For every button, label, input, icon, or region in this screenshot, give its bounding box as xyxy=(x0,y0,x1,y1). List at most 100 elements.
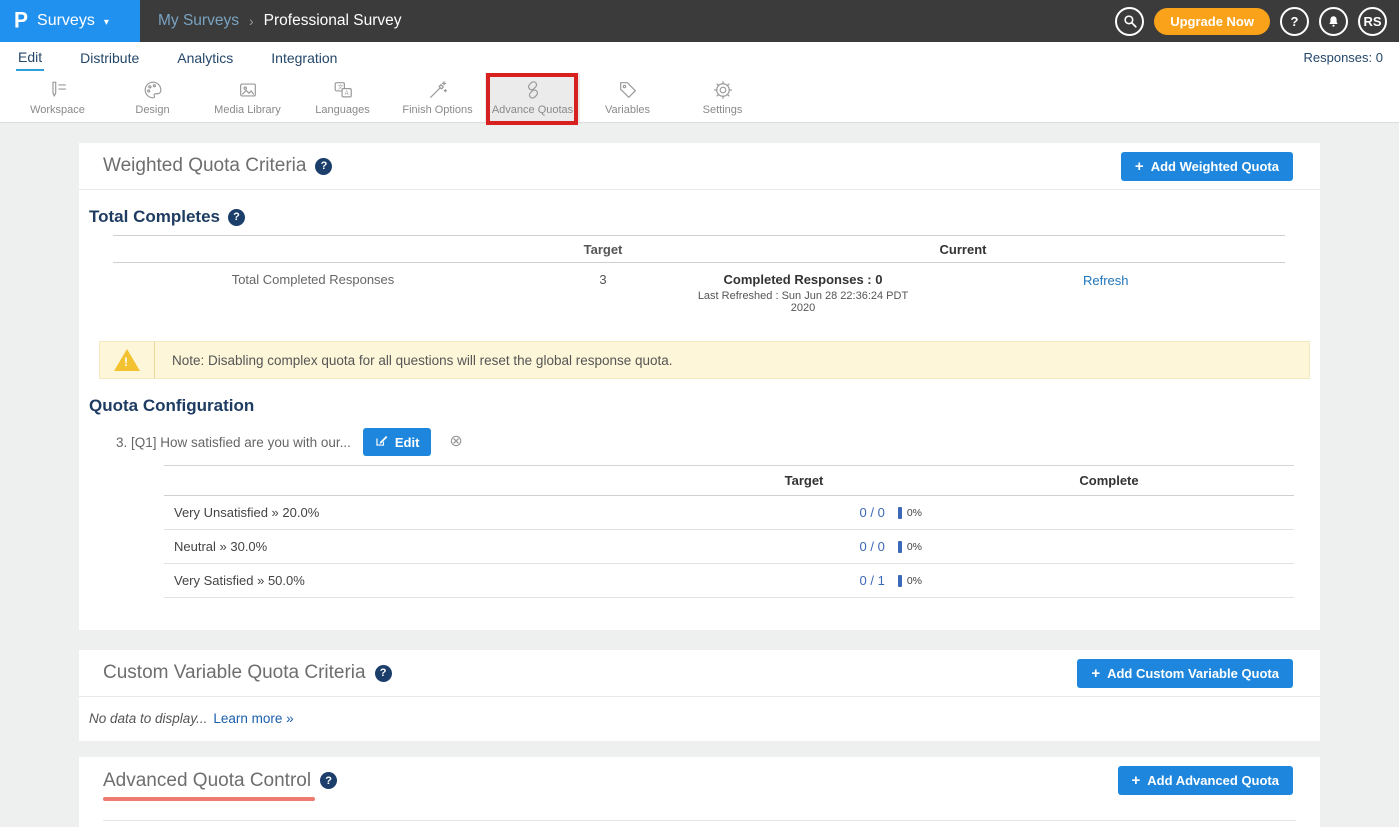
add-weighted-quota-button[interactable]: + Add Weighted Quota xyxy=(1121,152,1293,181)
svg-text:A: A xyxy=(344,91,348,97)
weighted-quota-header: Weighted Quota Criteria ? + Add Weighted… xyxy=(79,143,1320,190)
quota-configuration-title: Quota Configuration xyxy=(89,396,254,416)
toolbar-item-advance-quotas[interactable]: Advance Quotas xyxy=(485,73,580,122)
translate-icon: 文A xyxy=(332,79,354,101)
tab-edit[interactable]: Edit xyxy=(16,44,44,71)
progress-percent: 0% xyxy=(907,575,922,587)
toolbar-item-workspace[interactable]: Workspace xyxy=(10,73,105,122)
tag-icon xyxy=(617,79,639,101)
toolbar-item-finish-options[interactable]: Finish Options xyxy=(390,73,485,122)
quota-configuration-table: Target Complete Very Unsatisfied » 20.0%… xyxy=(164,465,1294,598)
weighted-quota-card: Weighted Quota Criteria ? + Add Weighted… xyxy=(79,143,1320,630)
breadcrumb: My Surveys › Professional Survey xyxy=(158,12,401,30)
quota-question-row: 3. [Q1] How satisfied are you with our..… xyxy=(116,428,1310,456)
breadcrumb-separator-icon: › xyxy=(249,13,254,29)
advanced-quota-header: Advanced Quota Control ? + Add Advanced … xyxy=(79,757,1320,804)
help-icon[interactable]: ? xyxy=(228,209,245,226)
last-refreshed-timestamp: Last Refreshed : Sun Jun 28 22:36:24 PDT… xyxy=(693,290,913,314)
main-nav-tabs: Edit Distribute Analytics Integration Re… xyxy=(0,42,1399,73)
edit-quota-button[interactable]: Edit xyxy=(363,428,432,456)
workspace-icon xyxy=(47,79,69,101)
notifications-button[interactable] xyxy=(1319,7,1348,36)
toolbar-item-settings[interactable]: Settings xyxy=(675,73,770,122)
column-target: Target xyxy=(684,473,924,488)
help-icon[interactable]: ? xyxy=(375,665,392,682)
table-row: Very Unsatisfied » 20.0% 0 / 0 0% xyxy=(164,496,1294,530)
quota-target-value[interactable]: 0 / 0 xyxy=(860,505,885,520)
total-completes-table: Target Current Total Completed Responses… xyxy=(113,235,1285,328)
upgrade-now-button[interactable]: Upgrade Now xyxy=(1154,8,1270,35)
note-banner: ! Note: Disabling complex quota for all … xyxy=(99,341,1310,379)
palette-icon xyxy=(142,79,164,101)
chevron-down-icon: ▾ xyxy=(104,17,109,28)
toolbar-item-variables[interactable]: Variables xyxy=(580,73,675,122)
completed-responses-value: Completed Responses : 0 xyxy=(693,272,913,287)
breadcrumb-current-survey: Professional Survey xyxy=(264,12,402,30)
help-icon[interactable]: ? xyxy=(320,772,337,789)
plus-icon: + xyxy=(1091,665,1100,682)
questionpro-logo-icon: P xyxy=(14,8,28,33)
bell-icon xyxy=(1326,14,1341,29)
remove-quota-icon[interactable]: ⊗ xyxy=(449,434,462,450)
advanced-quota-card: Advanced Quota Control ? + Add Advanced … xyxy=(79,757,1320,827)
divider xyxy=(103,820,1296,821)
progress-bar xyxy=(898,507,902,519)
toolbar-item-languages[interactable]: 文A Languages xyxy=(295,73,390,122)
chain-links-icon xyxy=(522,79,544,101)
plus-icon: + xyxy=(1135,158,1144,175)
user-avatar[interactable]: RS xyxy=(1358,7,1387,36)
progress-bar xyxy=(898,541,902,553)
refresh-link[interactable]: Refresh xyxy=(1083,273,1129,288)
gear-icon xyxy=(712,79,734,101)
responses-count: Responses: 0 xyxy=(1304,50,1384,65)
total-completes-title: Total Completes xyxy=(89,207,220,227)
progress-percent: 0% xyxy=(907,507,922,519)
tab-integration[interactable]: Integration xyxy=(269,45,339,70)
annotation-red-underline xyxy=(103,797,315,801)
image-icon xyxy=(237,79,259,101)
toolbar-item-media-library[interactable]: Media Library xyxy=(200,73,295,122)
warning-icon-box: ! xyxy=(100,342,155,378)
tab-analytics[interactable]: Analytics xyxy=(175,45,235,70)
edit-toolbar: Workspace Design Media Library 文A Langua… xyxy=(0,73,1399,123)
advanced-quota-title: Advanced Quota Control xyxy=(103,770,311,792)
app-window: P Surveys ▾ My Surveys › Professional Su… xyxy=(0,0,1399,827)
topbar-actions: Upgrade Now ? RS xyxy=(1115,0,1387,42)
search-icon xyxy=(1122,13,1138,29)
table-header-row: Target Complete xyxy=(164,465,1294,496)
no-data-text: No data to display... xyxy=(89,711,207,726)
table-row: Neutral » 30.0% 0 / 0 0% xyxy=(164,530,1294,564)
custom-variable-title: Custom Variable Quota Criteria xyxy=(103,662,366,684)
answer-option-label: Very Satisfied » 50.0% xyxy=(164,573,684,588)
table-row: Total Completed Responses 3 Completed Re… xyxy=(113,262,1285,328)
progress-percent: 0% xyxy=(907,541,922,553)
topbar: P Surveys ▾ My Surveys › Professional Su… xyxy=(0,0,1399,42)
weighted-quota-title: Weighted Quota Criteria xyxy=(103,155,306,177)
help-icon[interactable]: ? xyxy=(315,158,332,175)
quota-target-value[interactable]: 0 / 0 xyxy=(860,539,885,554)
custom-variable-header: Custom Variable Quota Criteria ? + Add C… xyxy=(79,650,1320,697)
empty-state-row: No data to display... Learn more » xyxy=(79,697,1320,726)
magic-wand-icon xyxy=(427,79,449,101)
tab-distribute[interactable]: Distribute xyxy=(78,45,141,70)
product-switcher[interactable]: P Surveys ▾ xyxy=(0,0,140,42)
product-name: Surveys xyxy=(37,12,95,30)
target-value: 3 xyxy=(513,272,693,287)
breadcrumb-my-surveys[interactable]: My Surveys xyxy=(158,12,239,30)
answer-option-label: Very Unsatisfied » 20.0% xyxy=(164,505,684,520)
add-custom-variable-quota-button[interactable]: + Add Custom Variable Quota xyxy=(1077,659,1293,688)
question-mark-icon: ? xyxy=(1291,14,1299,29)
learn-more-link[interactable]: Learn more » xyxy=(213,711,293,726)
avatar-initials: RS xyxy=(1363,14,1381,29)
column-current: Current xyxy=(693,242,1063,257)
help-button[interactable]: ? xyxy=(1280,7,1309,36)
custom-variable-quota-card: Custom Variable Quota Criteria ? + Add C… xyxy=(79,650,1320,741)
toolbar-item-design[interactable]: Design xyxy=(105,73,200,122)
page-content: Weighted Quota Criteria ? + Add Weighted… xyxy=(0,123,1399,827)
edit-pencil-icon xyxy=(375,434,388,450)
plus-icon: + xyxy=(1132,772,1141,789)
table-row: Very Satisfied » 50.0% 0 / 1 0% xyxy=(164,564,1294,598)
quota-target-value[interactable]: 0 / 1 xyxy=(860,573,885,588)
search-button[interactable] xyxy=(1115,7,1144,36)
add-advanced-quota-button[interactable]: + Add Advanced Quota xyxy=(1118,766,1293,795)
